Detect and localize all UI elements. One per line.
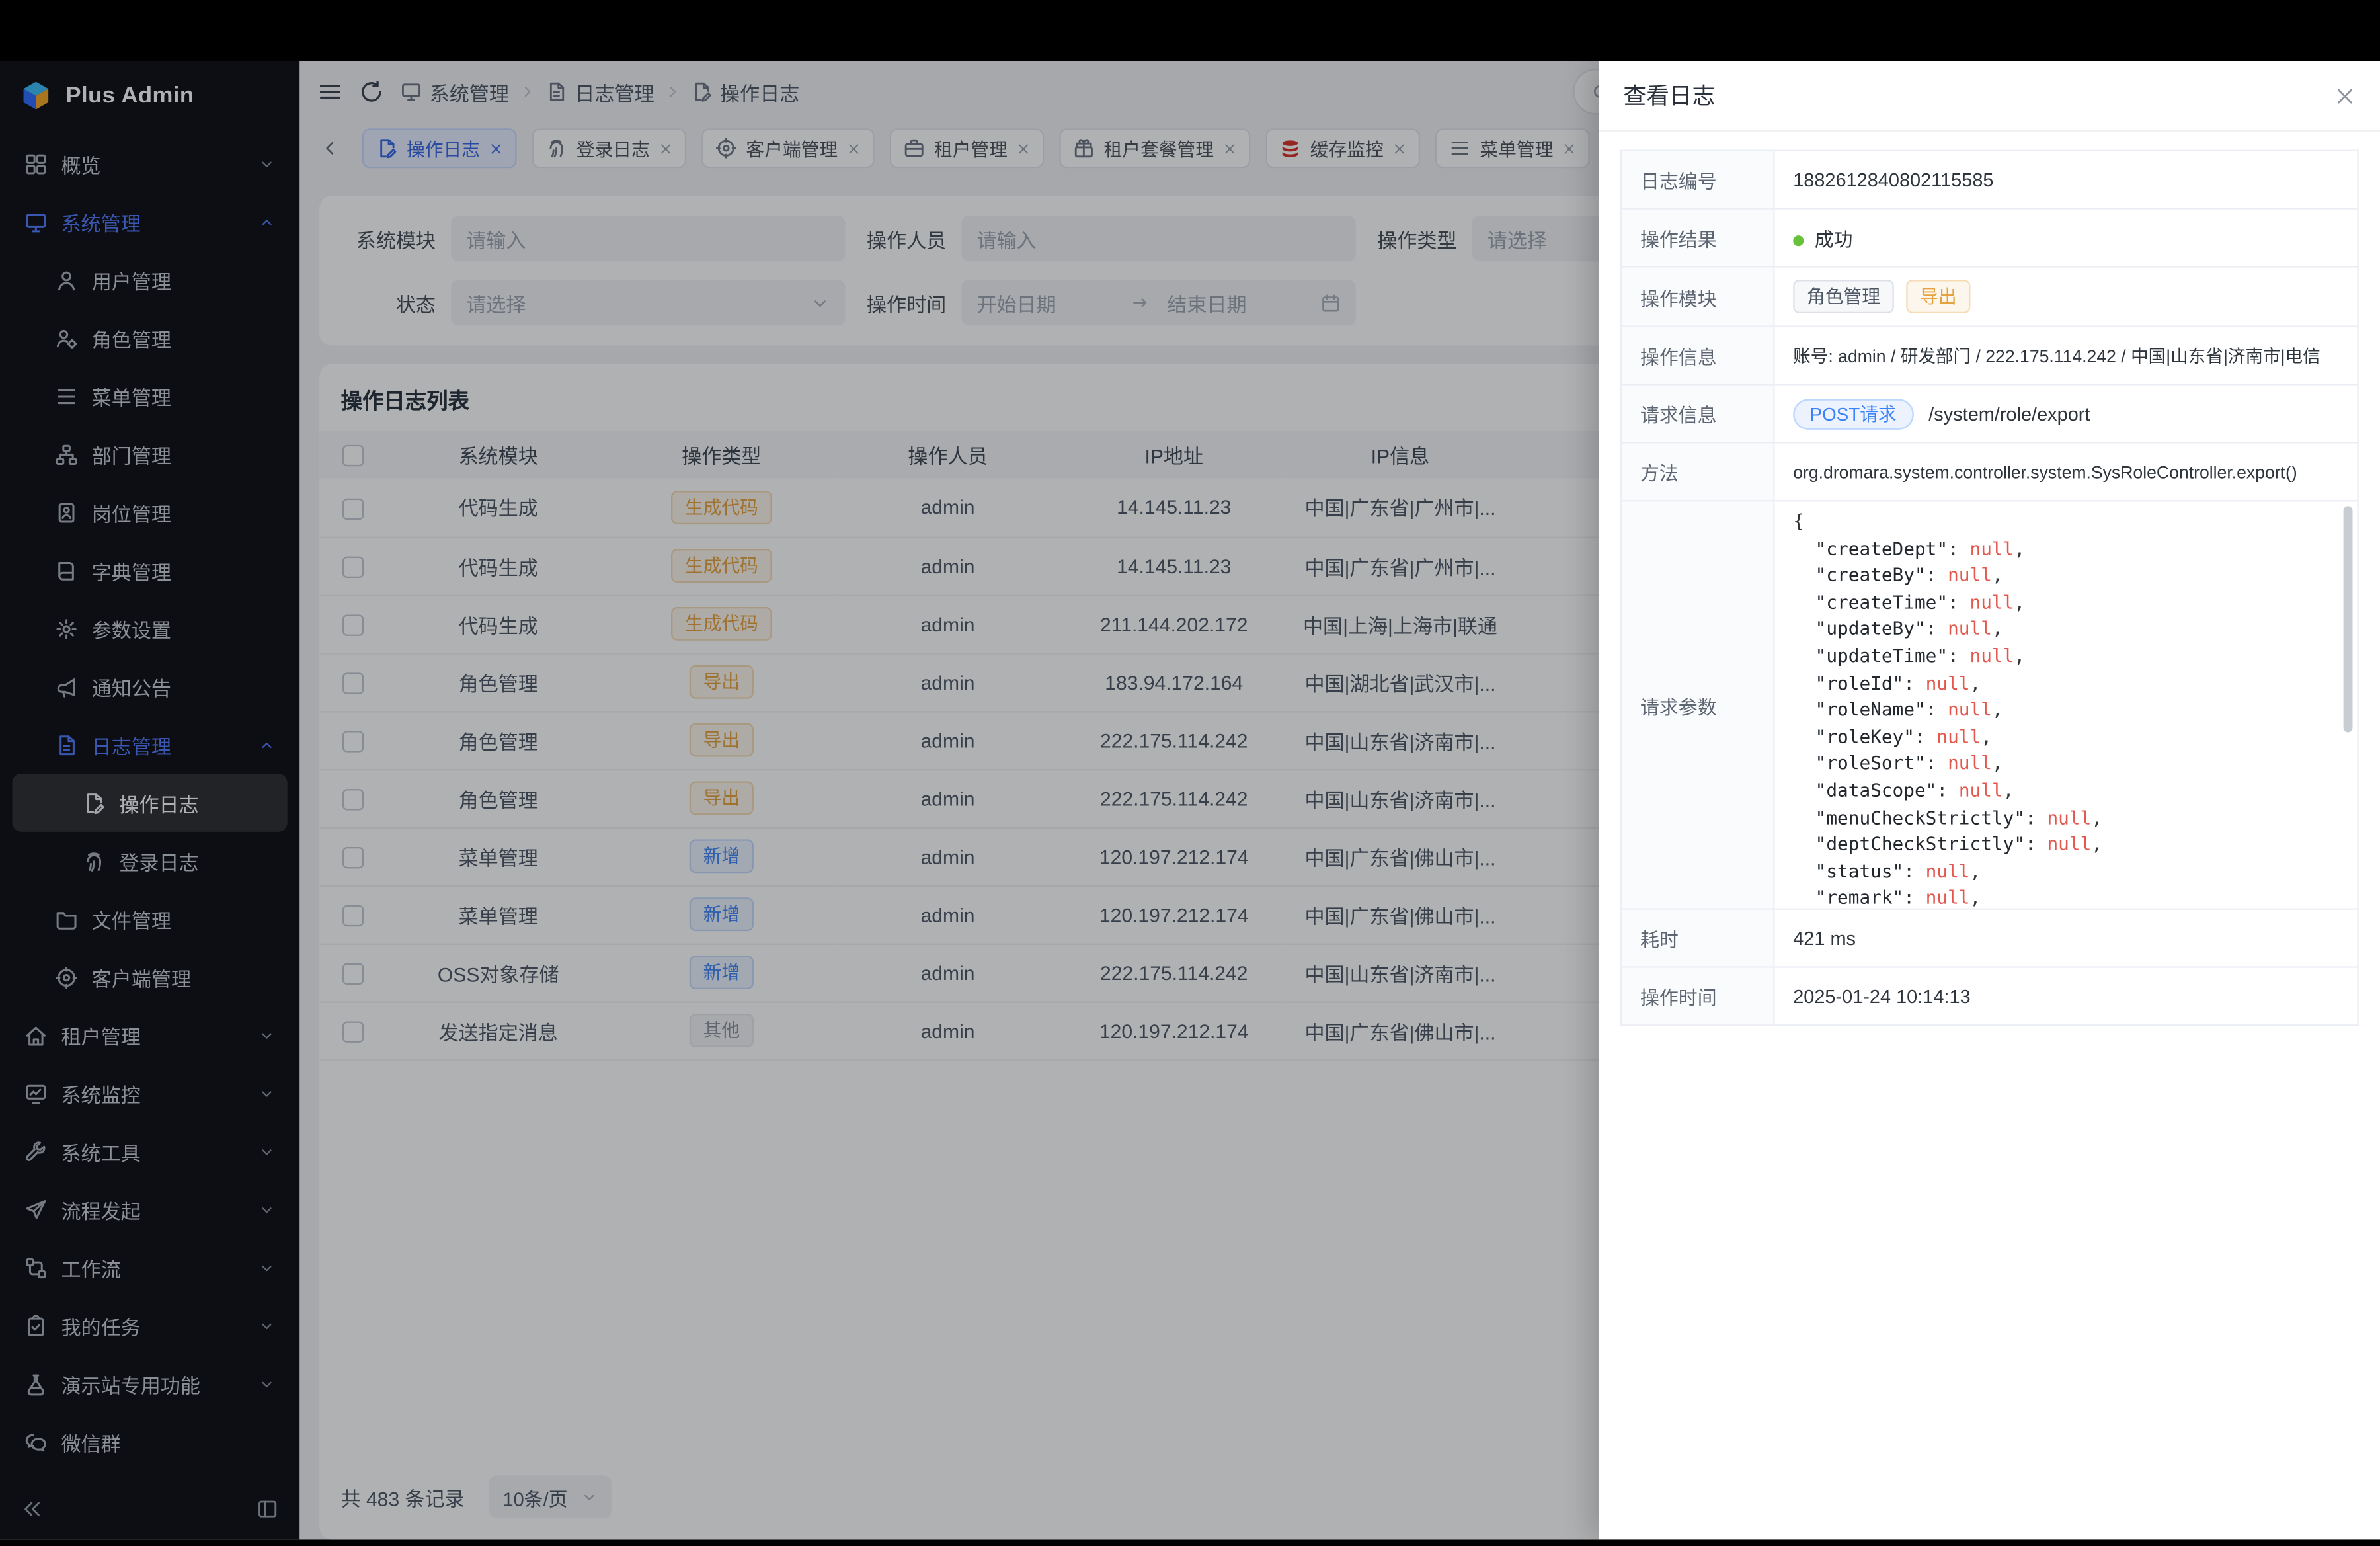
field-value: org.dromara.system.controller.system.Sys… xyxy=(1793,464,2297,483)
detail-row: 耗时 421 ms xyxy=(1621,909,2358,967)
request-path: /system/role/export xyxy=(1928,403,2090,425)
detail-row: 方法 org.dromara.system.controller.system.S… xyxy=(1621,442,2358,501)
field-value-cell: 角色管理导出 xyxy=(1774,266,2358,326)
field-label: 请求参数 xyxy=(1621,501,1774,909)
field-label: 耗时 xyxy=(1621,909,1774,967)
drawer-body: 日志编号1882612840802115585操作结果成功操作模块角色管理导出操… xyxy=(1599,132,2380,1540)
field-label: 日志编号 xyxy=(1621,151,1774,209)
log-detail-drawer: 查看日志 日志编号 1882612840802115585 操作结果 成功操作模块角色… xyxy=(1599,61,2380,1539)
drawer-title: 查看日志 xyxy=(1624,79,1716,112)
http-method-tag: POST请求 xyxy=(1793,399,1913,429)
detail-row: 操作信息 账号: admin / 研发部门 / 222.175.114.242 /… xyxy=(1621,327,2358,385)
module-tag: 导出 xyxy=(1906,280,1970,313)
detail-row: 操作结果 成功 xyxy=(1621,209,2358,267)
field-value-cell: 成功 xyxy=(1774,209,2358,267)
field-value-cell: 账号: admin / 研发部门 / 222.175.114.242 / 中国|… xyxy=(1774,327,2358,385)
detail-row: 操作时间 2025-01-24 10:14:13 xyxy=(1621,967,2358,1025)
detail-row: 请求信息POST请求/system/role/export xyxy=(1621,385,2358,443)
field-value-cell: org.dromara.system.controller.system.Sys… xyxy=(1774,442,2358,501)
request-params-json: { "createDept": null, "createBy": null, … xyxy=(1774,501,2357,908)
log-detail-table: 日志编号1882612840802115585操作结果成功操作模块角色管理导出操… xyxy=(1620,150,2359,1026)
field-value: 1882612840802115585 xyxy=(1793,169,1993,190)
field-label: 方法 xyxy=(1621,442,1774,501)
field-value-cell: 1882612840802115585 xyxy=(1774,151,2358,209)
scrollbar-thumb[interactable] xyxy=(2344,506,2353,733)
field-label: 操作结果 xyxy=(1621,209,1774,267)
field-value: 成功 xyxy=(1815,229,1853,251)
field-value-cell: POST请求/system/role/export xyxy=(1774,385,2358,443)
field-label: 操作信息 xyxy=(1621,327,1774,385)
field-value: 421 ms xyxy=(1793,927,1856,948)
scrollbar xyxy=(2344,506,2353,903)
field-value-cell: 421 ms xyxy=(1774,909,2358,967)
field-value-cell: 2025-01-24 10:14:13 xyxy=(1774,967,2358,1025)
field-label: 操作时间 xyxy=(1621,967,1774,1025)
status-dot xyxy=(1793,235,1804,246)
screen: Plus Admin 概览系统管理用户管理角色管理菜单管理部门管理岗位管理字典管… xyxy=(0,0,2380,1546)
module-tag: 角色管理 xyxy=(1793,280,1894,313)
drawer-close-icon[interactable] xyxy=(2334,85,2356,106)
field-value: 账号: admin / 研发部门 / 222.175.114.242 / 中国|… xyxy=(1793,348,2320,366)
detail-row: 操作模块角色管理导出 xyxy=(1621,266,2358,326)
detail-row: 日志编号 1882612840802115585 xyxy=(1621,151,2358,209)
drawer-header: 查看日志 xyxy=(1599,61,2380,131)
detail-row: 请求参数{ "createDept": null, "createBy": nu… xyxy=(1621,501,2358,909)
app-window: Plus Admin 概览系统管理用户管理角色管理菜单管理部门管理岗位管理字典管… xyxy=(0,61,2380,1539)
field-label: 请求信息 xyxy=(1621,385,1774,443)
field-value: 2025-01-24 10:14:13 xyxy=(1793,985,1970,1006)
field-label: 操作模块 xyxy=(1621,266,1774,326)
